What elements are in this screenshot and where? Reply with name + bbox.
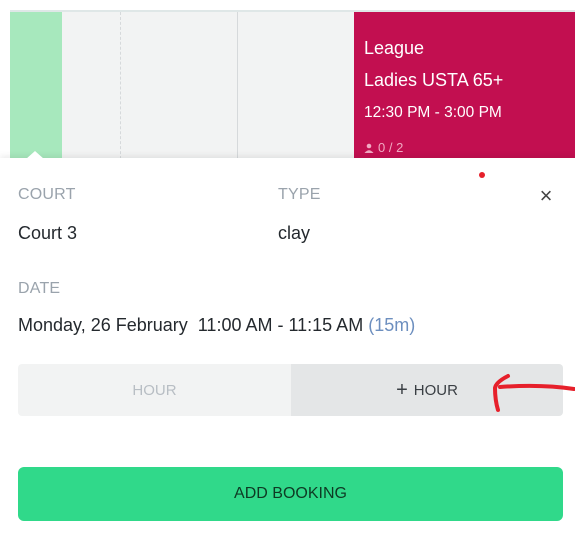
selected-slot[interactable] [10,12,62,164]
event-slots: 0 / 2 [364,140,403,156]
annotation-arrow-icon [493,374,575,412]
date-value: Monday, 26 February 11:00 AM - 11:15 AM [18,315,364,335]
court-value: Court 3 [18,223,78,243]
annotation-dot [479,172,485,178]
type-value: clay [278,223,311,243]
calendar-strip: League Ladies USTA 65+ 12:30 PM - 3:00 P… [10,10,575,164]
popup-caret [26,151,44,159]
remove-hour-button[interactable]: HOUR [18,364,291,416]
date-label: DATE [18,280,61,297]
event-type: League [364,38,425,58]
grid-line [237,12,238,164]
slots-count: 0 / 2 [378,140,404,155]
type-label: TYPE [278,186,321,203]
add-hour-label: HOUR [413,381,458,399]
close-button[interactable]: × [536,184,556,208]
event-time: 12:30 PM - 3:00 PM [364,104,502,121]
user-icon [364,143,374,153]
add-booking-button[interactable]: ADD BOOKING [18,467,563,521]
event-card[interactable]: League Ladies USTA 65+ 12:30 PM - 3:00 P… [354,12,575,164]
event-title: Ladies USTA 65+ [364,70,504,90]
duration-value: (15m) [368,315,416,335]
grid-line [120,12,121,164]
hour-toggle: HOUR + HOUR [18,364,563,416]
date-time-value: Monday, 26 February 11:00 AM - 11:15 AM … [18,315,415,336]
booking-screen: League Ladies USTA 65+ 12:30 PM - 3:00 P… [0,0,575,535]
court-label: COURT [18,186,76,203]
plus-icon: + [396,379,408,401]
